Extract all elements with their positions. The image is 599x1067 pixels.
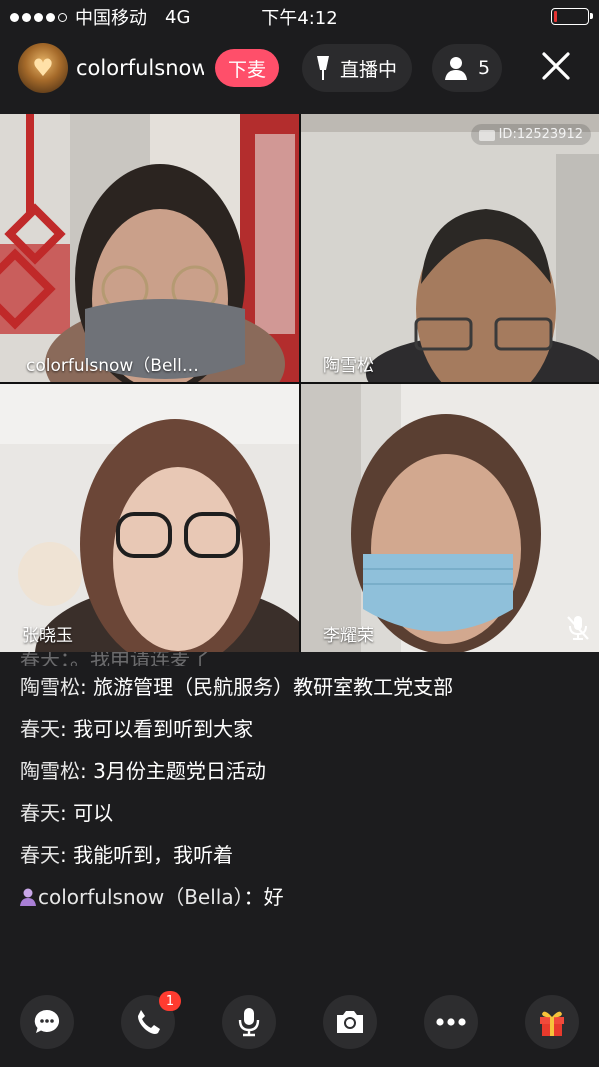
chat-text: 好: [263, 885, 284, 909]
video-grid: colorfulsnow（Bell… ID:12523912 陶雪松 张晓玉 李…: [0, 114, 599, 652]
live-header: ♥ colorfulsnow 下麦 直播中 5: [0, 38, 599, 100]
chat-message: 陶雪松: 旅游管理（民航服务）教研室教工党支部: [20, 675, 454, 699]
host-info[interactable]: ♥ colorfulsnow: [18, 42, 204, 94]
host-name: colorfulsnow: [76, 56, 204, 80]
more-button[interactable]: [424, 995, 478, 1049]
participant-video: [0, 114, 299, 382]
gift-icon: [540, 1011, 564, 1036]
chat-text: 3月份主题党日活动: [93, 759, 266, 783]
host-user-icon: [20, 888, 36, 906]
chat-sender: 陶雪松: [20, 759, 80, 783]
signal-strength-icon: [10, 12, 67, 22]
call-requests-button[interactable]: 1: [121, 991, 181, 1049]
chat-message: 春天: 我能听到，我听着: [20, 843, 234, 867]
status-bar: 中国移动 4G 下午4:12: [0, 0, 599, 34]
participant-video: [301, 114, 599, 382]
gift-button[interactable]: [525, 995, 579, 1049]
chat-sender: 春天: [20, 843, 60, 867]
live-status-pill[interactable]: 直播中: [302, 44, 412, 92]
participant-video: [0, 384, 299, 652]
participant-name: 张晓玉: [22, 626, 73, 646]
viewer-count-pill[interactable]: 5: [432, 44, 502, 92]
chat-message: 春天: 我可以看到听到大家: [20, 717, 254, 741]
viewer-count: 5: [478, 57, 491, 79]
live-status-label: 直播中: [340, 58, 398, 81]
battery-icon: [551, 8, 593, 25]
video-camera-icon: [478, 130, 495, 141]
more-icon: [436, 1018, 466, 1026]
participant-name: 李耀荣: [323, 626, 374, 646]
status-time: 下午4:12: [261, 8, 338, 29]
video-tile-participant[interactable]: 李耀荣: [301, 384, 599, 652]
notification-badge: 1: [159, 991, 181, 1011]
chat-button[interactable]: [20, 995, 74, 1049]
video-tile-host[interactable]: colorfulsnow（Bell…: [0, 114, 299, 382]
phone-icon: [138, 1010, 160, 1034]
chat-text: 我能听到，我听着: [73, 843, 234, 867]
chat-messages: 春天：。我申请连麦了 陶雪松: 旅游管理（民航服务）教研室教工党支部 春天: 我…: [0, 652, 599, 972]
bottom-toolbar: 1: [0, 991, 599, 1055]
room-id-badge: ID:12523912: [470, 124, 591, 145]
carrier-name: 中国移动: [75, 8, 147, 29]
participant-name: 陶雪松: [323, 356, 374, 376]
chat-text: 旅游管理（民航服务）教研室教工党支部: [93, 675, 454, 699]
chat-text: 可以: [73, 801, 114, 825]
camera-icon: [337, 1011, 363, 1033]
video-tile-participant[interactable]: 张晓玉: [0, 384, 299, 652]
chat-message: colorfulsnow（Bella）：好: [20, 876, 490, 918]
camera-button[interactable]: [323, 995, 377, 1049]
participant-name: colorfulsnow（Bell…: [26, 356, 199, 376]
chat-sender: 陶雪松: [20, 675, 80, 699]
chat-message: 春天：。我申请连麦了: [20, 652, 210, 666]
close-icon[interactable]: [536, 46, 576, 86]
chat-message: 春天: 可以: [20, 801, 114, 825]
video-tile-participant[interactable]: ID:12523912 陶雪松: [301, 114, 599, 382]
chat-icon: [34, 1009, 60, 1033]
participant-video: [301, 384, 599, 652]
chat-text: 我可以看到听到大家: [73, 717, 254, 741]
host-avatar[interactable]: ♥: [18, 43, 68, 93]
network-type: 4G: [165, 6, 191, 28]
chat-message: 陶雪松: 3月份主题党日活动: [20, 759, 266, 783]
microphone-icon: [317, 56, 329, 80]
microphone-icon: [238, 1008, 260, 1037]
chat-sender: 春天: [20, 717, 60, 741]
person-icon: [445, 57, 467, 80]
microphone-button[interactable]: [222, 995, 276, 1049]
chat-sender: colorfulsnow（Bella）: [38, 885, 244, 909]
chat-sender: 春天: [20, 801, 60, 825]
mic-muted-icon: [567, 616, 589, 640]
leave-mic-button[interactable]: 下麦: [215, 49, 279, 87]
